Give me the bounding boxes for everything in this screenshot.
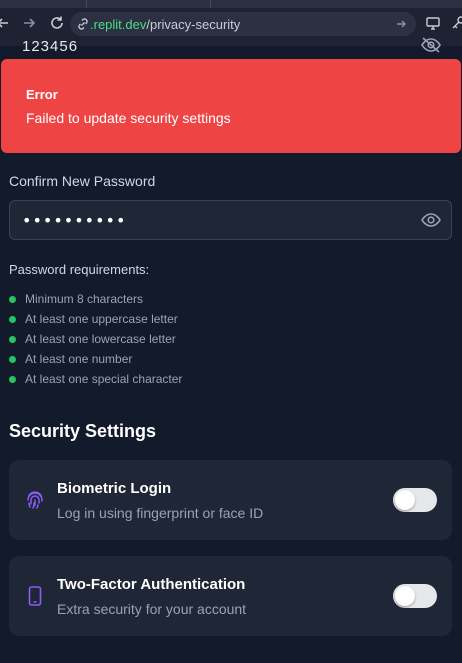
requirements-list: Minimum 8 characters At least one upperc… [9, 289, 182, 389]
new-password-value[interactable]: 123456 [22, 38, 78, 55]
error-title: Error [26, 87, 58, 102]
check-dot-icon [9, 355, 16, 363]
requirement-item: At least one special character [9, 369, 182, 389]
requirement-text: At least one number [25, 352, 133, 366]
reload-icon[interactable] [48, 14, 66, 32]
card-subtitle: Extra security for your account [57, 601, 247, 617]
requirement-item: At least one uppercase letter [9, 309, 182, 329]
biometric-toggle[interactable] [393, 488, 437, 512]
key-icon[interactable] [449, 14, 462, 32]
requirement-item: At least one lowercase letter [9, 329, 182, 349]
url-path: /privacy-security [146, 16, 241, 32]
error-toast: Error Failed to update security settings [1, 59, 461, 153]
check-dot-icon [9, 375, 16, 383]
address-bar[interactable]: .replit.dev/privacy-security [70, 12, 416, 36]
toggle-knob [395, 490, 415, 510]
url-host: .replit.dev [90, 16, 147, 32]
link-icon [76, 17, 90, 36]
error-message: Failed to update security settings [26, 110, 231, 126]
requirement-text: Minimum 8 characters [25, 292, 144, 306]
back-icon[interactable] [0, 14, 12, 32]
check-dot-icon [9, 295, 16, 303]
url-text: .replit.dev/privacy-security [90, 17, 240, 32]
requirement-text: At least one special character [25, 372, 183, 386]
requirement-item: Minimum 8 characters [9, 289, 182, 309]
requirement-text: At least one uppercase letter [25, 312, 178, 326]
card-title: Biometric Login [57, 480, 172, 497]
biometric-login-card: Biometric Login Log in using fingerprint… [9, 460, 452, 540]
two-factor-card: Two-Factor Authentication Extra security… [9, 556, 452, 636]
requirements-title: Password requirements: [9, 262, 150, 277]
requirement-item: At least one number [9, 349, 182, 369]
card-subtitle: Log in using fingerprint or face ID [57, 505, 264, 521]
section-title: Security Settings [9, 421, 157, 441]
tab-strip [0, 0, 462, 8]
check-dot-icon [9, 335, 16, 343]
check-dot-icon [9, 315, 16, 323]
confirm-password-label: Confirm New Password [9, 173, 156, 189]
smartphone-icon [24, 585, 46, 607]
fingerprint-icon [24, 489, 46, 511]
forward-icon[interactable] [20, 14, 38, 32]
two-factor-toggle[interactable] [393, 584, 437, 608]
tab-divider [210, 0, 211, 8]
tab-divider [86, 0, 87, 8]
eye-off-icon[interactable] [420, 36, 442, 54]
toggle-knob [395, 586, 415, 606]
card-title: Two-Factor Authentication [57, 576, 246, 593]
confirm-password-input[interactable]: •••••••••• [9, 200, 452, 240]
open-in-app-icon[interactable] [394, 17, 408, 36]
cast-icon[interactable] [424, 14, 442, 32]
eye-icon[interactable] [420, 211, 442, 229]
requirement-text: At least one lowercase letter [25, 332, 176, 346]
